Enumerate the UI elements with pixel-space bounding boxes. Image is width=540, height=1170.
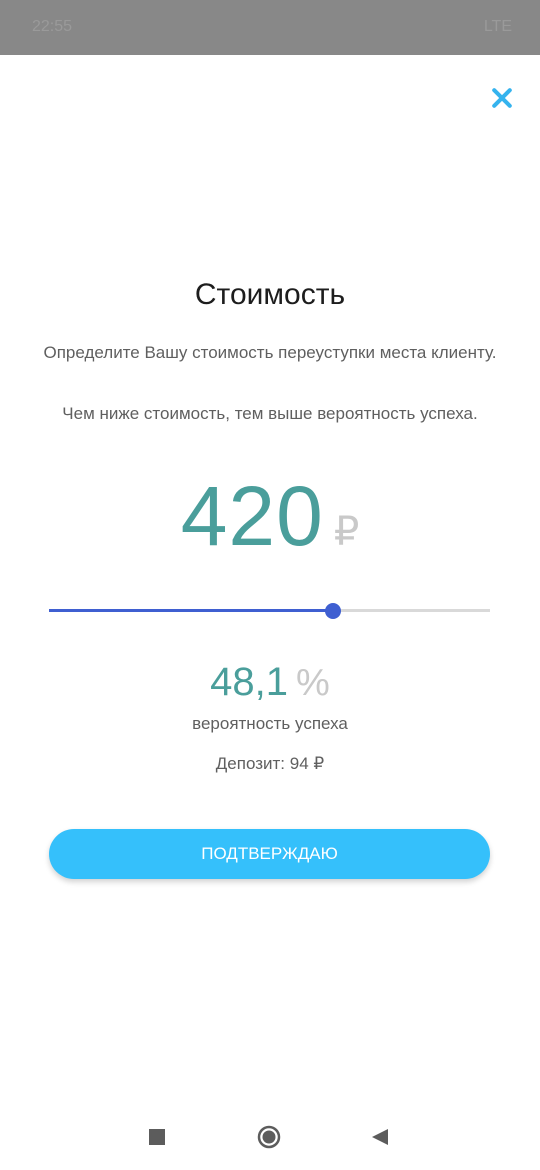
navigation-bar <box>0 1100 540 1170</box>
price-slider[interactable] <box>49 600 490 622</box>
probability-value: 48,1 <box>210 660 289 704</box>
ruble-icon: ₽ <box>333 510 360 554</box>
price-value: 420 <box>180 469 324 563</box>
home-icon[interactable] <box>257 1125 281 1149</box>
dialog-hint: Чем ниже стоимость, тем выше вероятность… <box>62 404 478 423</box>
status-time: 22:55 <box>32 18 73 35</box>
status-network: LTE <box>483 18 512 35</box>
dialog-title: Стоимость <box>194 278 346 311</box>
deposit-text: Депозит: 94 ₽ <box>215 754 325 773</box>
price-display: 420 ₽ <box>0 468 540 565</box>
close-icon[interactable] <box>490 86 514 110</box>
percent-sign: % <box>296 662 330 704</box>
probability-display: 48,1% <box>0 660 540 705</box>
confirm-button[interactable]: ПОДТВЕРЖДАЮ <box>49 829 490 879</box>
status-bar: 22:55 LTE <box>0 0 540 55</box>
probability-label: вероятность успеха <box>192 714 348 733</box>
slider-thumb[interactable] <box>325 603 341 619</box>
dialog-description: Определите Вашу стоимость переуступки ме… <box>43 343 497 362</box>
recents-icon[interactable] <box>149 1129 165 1145</box>
slider-fill <box>49 609 333 612</box>
back-icon[interactable] <box>371 1128 389 1146</box>
